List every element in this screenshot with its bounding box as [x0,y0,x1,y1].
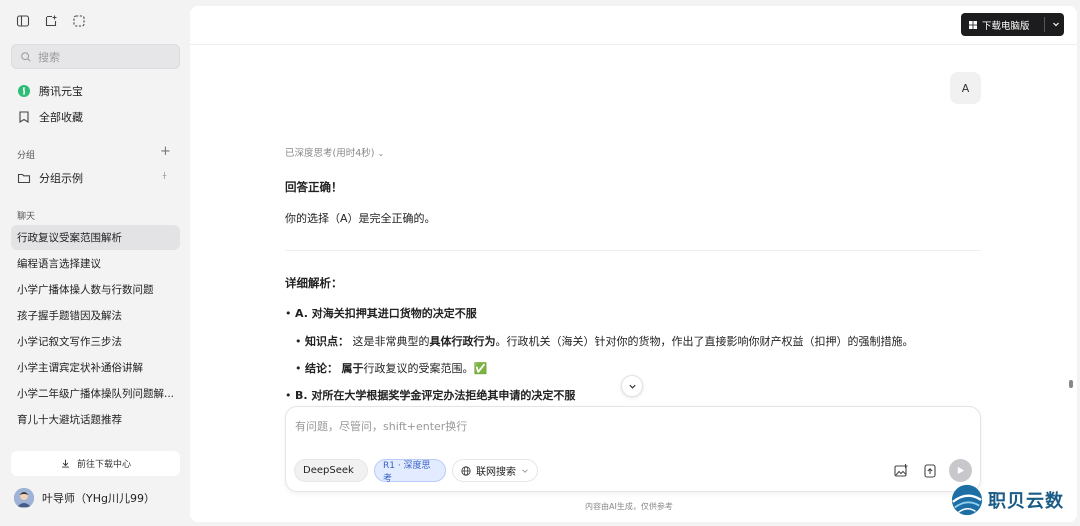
download-center-button[interactable]: 前往下载中心 [11,451,180,476]
yuanbao-logo-icon [18,85,30,97]
item-b-title: B. 对所在大学根据奖学金评定办法拒绝其申请的决定不服 [295,389,576,402]
pin-icon[interactable] [160,171,169,180]
answer-body: 你的选择（A）是完全正确的。 [285,212,436,225]
button-separator [1044,17,1045,32]
file-upload-icon[interactable] [922,463,938,479]
conclusion-label: 结论： [305,362,338,375]
search-placeholder: 搜索 [38,50,60,64]
chat-item[interactable]: 孩子握手题错因及解法 [11,303,180,328]
web-search-toggle[interactable]: 联网搜索 [452,459,538,482]
chevron-down-icon[interactable] [1051,19,1061,29]
user-name: 叶导师（YHg川儿99） [42,492,155,505]
add-group-icon[interactable]: + [160,144,171,159]
answer-divider [285,250,981,251]
send-icon [957,466,965,475]
ai-disclaimer: 内容由AI生成，仅供参考 [585,502,673,511]
new-chat-icon[interactable] [44,14,58,28]
group-example-label: 分组示例 [39,172,83,185]
bookmark-icon [19,111,29,123]
globe-icon [461,465,471,476]
knowledge-point-label: 知识点： [305,335,349,348]
detail-title: 详细解析： [285,276,343,290]
download-center-label: 前往下载中心 [76,460,131,470]
sidebar-top-toolbar [16,14,86,28]
chevron-down-icon [628,384,636,389]
thinking-status-label: 已深度思考(用时4秒) [285,148,375,159]
sidebar-item-favorites[interactable]: 全部收藏 [17,109,83,125]
message-input[interactable]: 有问题，尽管问，shift+enter换行 [295,418,467,434]
web-search-label: 联网搜索 [476,467,516,478]
folder-icon [17,173,31,184]
knowledge-point-bold: 具体行政行为 [429,335,496,348]
chat-item[interactable]: 编程语言选择建议 [11,251,180,276]
watermark: 职贝云数 [950,483,1064,517]
sidebar-toggle-icon[interactable] [16,14,30,28]
deep-think-label: R1 · 深度思考 [383,460,431,484]
watermark-text: 职贝云数 [988,491,1064,512]
thinking-status[interactable]: 已深度思考(用时4秒) ⌄ [285,145,384,159]
list-item: • 知识点： 这是非常典型的具体行政行为。行政机关（海关）针对你的货物，作出了直… [295,335,914,348]
watermark-logo-icon [951,484,983,516]
windows-icon [969,20,977,29]
conclusion-post: 行政复议的受案范围。✅ [363,362,488,375]
favorites-label: 全部收藏 [39,111,83,124]
chat-item[interactable]: 小学广播体操人数与行数问题 [11,277,180,302]
knowledge-point-post: 。行政机关（海关）针对你的货物，作出了直接影响你财产权益（扣押）的强制措施。 [495,335,914,348]
app-name: 腾讯元宝 [39,85,83,98]
sidebar: 搜索 腾讯元宝 全部收藏 分组 + 分组示例 聊天 行政复议受案范围解析 编程语… [0,0,190,526]
group-section-title: 分组 [17,151,36,161]
main-panel: 下载电脑版 A 已深度思考(用时4秒) ⌄ 回答正确！ 你的选择（A）是完全正确… [190,6,1077,522]
item-a-title: A. 对海关扣押其进口货物的决定不服 [295,307,477,320]
model-selector[interactable]: DeepSeek [294,459,368,482]
knowledge-point-pre: 这是非常典型的 [352,335,430,348]
chevron-down-icon: ⌄ [377,149,385,158]
scrollbar[interactable] [1069,380,1073,388]
answer-title: 回答正确！ [285,180,343,194]
scroll-to-bottom-button[interactable] [621,375,643,397]
header-divider [190,44,1077,45]
chevron-down-icon [522,468,528,473]
chat-item[interactable]: 行政复议受案范围解析 [11,225,180,250]
chat-item[interactable]: 小学二年级广播体操队列问题解... [11,381,180,406]
list-item: • 结论： 属于行政复议的受案范围。✅ [295,362,488,375]
list-item: • B. 对所在大学根据奖学金评定办法拒绝其申请的决定不服 [285,389,576,402]
download-pc-button[interactable]: 下载电脑版 [961,13,1064,36]
conclusion-bold: 属于 [341,362,364,375]
image-upload-icon[interactable] [893,463,909,479]
send-button[interactable] [949,459,972,482]
chat-item[interactable]: 小学记叙文写作三步法 [11,329,180,354]
chat-section-title: 聊天 [17,212,36,222]
select-icon[interactable] [72,14,86,28]
model-label: DeepSeek [303,465,354,476]
avatar [14,488,34,508]
sidebar-item-yuanbao[interactable]: 腾讯元宝 [17,83,83,99]
search-icon [21,51,31,62]
user-message-bubble: A [950,72,981,104]
chat-item[interactable]: 小学主谓宾定状补通俗讲解 [11,355,180,380]
download-icon [61,459,70,468]
chat-item[interactable]: 育儿十大避坑话题推荐 [11,407,180,432]
user-profile[interactable]: 叶导师（YHg川儿99） [14,488,155,508]
download-pc-label: 下载电脑版 [982,20,1030,32]
deep-think-toggle[interactable]: R1 · 深度思考 [374,459,446,484]
search-input[interactable]: 搜索 [11,44,180,69]
sidebar-item-group-example[interactable]: 分组示例 [17,170,83,186]
composer: 有问题，尽管问，shift+enter换行 DeepSeek R1 · 深度思考… [285,406,981,492]
list-item: • A. 对海关扣押其进口货物的决定不服 [285,307,477,320]
